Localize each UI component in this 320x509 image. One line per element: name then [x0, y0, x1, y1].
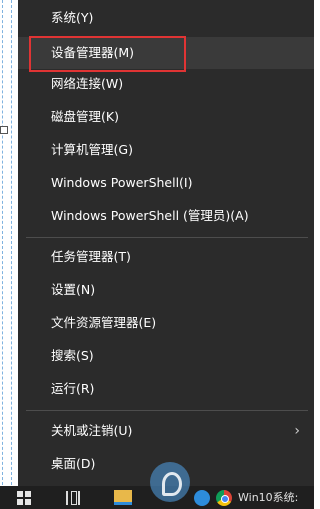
chrome-icon[interactable]	[216, 490, 232, 506]
menu-item-disk-management[interactable]: 磁盘管理(K)	[18, 101, 314, 133]
menu-separator	[26, 410, 308, 411]
file-explorer-icon[interactable]	[114, 490, 132, 505]
menu-item-label: 关机或注销(U)	[51, 423, 133, 438]
resize-handle	[0, 126, 8, 134]
watermark-logo-icon	[150, 462, 190, 502]
chevron-right-icon: ›	[294, 423, 300, 439]
document-margin-line	[2, 0, 3, 490]
quick-link-menu: 系统(Y) 设备管理器(M) 网络连接(W) 磁盘管理(K) 计算机管理(G) …	[18, 0, 314, 486]
menu-item-search[interactable]: 搜索(S)	[18, 340, 314, 372]
taskbar-window-title[interactable]: Win10系统:	[238, 489, 298, 505]
menu-item-powershell-admin[interactable]: Windows PowerShell (管理员)(A)	[18, 200, 314, 232]
menu-item-task-manager[interactable]: 任务管理器(T)	[18, 241, 314, 273]
menu-separator	[26, 237, 308, 238]
screenshot-stage: 系统(Y) 设备管理器(M) 网络连接(W) 磁盘管理(K) 计算机管理(G) …	[0, 0, 314, 509]
windows-start-icon[interactable]	[17, 491, 31, 505]
menu-item-system[interactable]: 系统(Y)	[18, 2, 314, 34]
menu-item-settings[interactable]: 设置(N)	[18, 274, 314, 306]
task-view-icon[interactable]	[66, 491, 80, 505]
menu-item-shutdown-signout[interactable]: 关机或注销(U) ›	[18, 415, 314, 447]
menu-item-powershell[interactable]: Windows PowerShell(I)	[18, 167, 314, 199]
edge-icon[interactable]	[194, 490, 210, 506]
background-document	[0, 0, 18, 490]
menu-item-computer-management[interactable]: 计算机管理(G)	[18, 134, 314, 166]
menu-item-file-explorer[interactable]: 文件资源管理器(E)	[18, 307, 314, 339]
menu-item-run[interactable]: 运行(R)	[18, 373, 314, 405]
document-margin-line	[11, 0, 12, 490]
menu-item-device-manager[interactable]: 设备管理器(M)	[18, 37, 314, 69]
menu-item-network-connections[interactable]: 网络连接(W)	[18, 68, 314, 100]
